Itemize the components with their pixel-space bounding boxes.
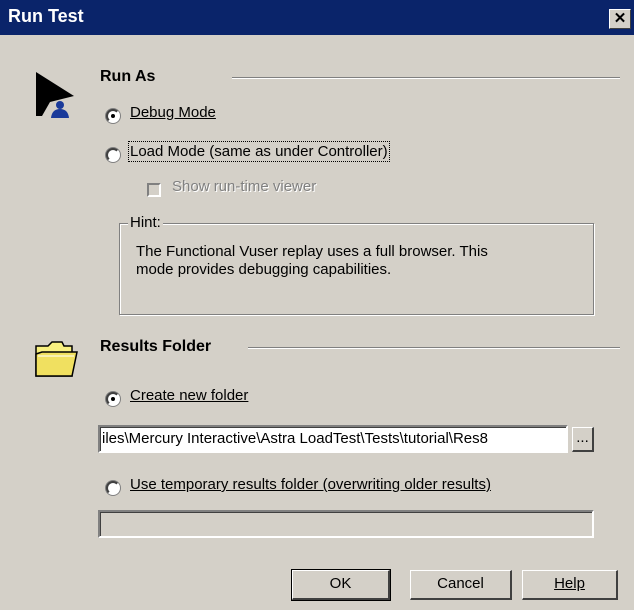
hint-line-1: The Functional Vuser replay uses a full … (136, 243, 488, 260)
use-temp-folder-text: Use temporary results folder (overwritin… (130, 476, 491, 493)
browse-button[interactable]: ... (572, 427, 594, 452)
results-path-input[interactable]: iles\Mercury Interactive\Astra LoadTest\… (98, 425, 568, 453)
close-button[interactable]: ✕ (609, 9, 631, 29)
create-new-folder-label[interactable]: Create new folder (130, 387, 248, 404)
help-button[interactable]: Help (522, 570, 618, 600)
debug-mode-text: Debug Mode (130, 104, 216, 121)
cancel-button[interactable]: Cancel (410, 570, 512, 600)
run-as-divider (232, 77, 620, 79)
close-icon: ✕ (613, 10, 627, 27)
load-mode-text: Load Mode (same as under Controller) (130, 143, 388, 160)
debug-mode-label[interactable]: Debug Mode (130, 104, 216, 121)
temp-folder-input[interactable] (98, 510, 594, 538)
hint-legend: Hint: (128, 214, 163, 231)
results-divider (248, 347, 620, 349)
hint-line-2: mode provides debugging capabilities. (136, 261, 392, 278)
results-folder-title: Results Folder (100, 338, 212, 355)
load-mode-label[interactable]: Load Mode (same as under Controller) (128, 141, 390, 162)
run-vuser-icon (36, 72, 76, 118)
use-temp-folder-label[interactable]: Use temporary results folder (overwritin… (130, 476, 491, 493)
show-viewer-label[interactable]: Show run-time viewer (172, 178, 316, 195)
debug-mode-radio[interactable] (106, 109, 120, 123)
help-button-text: Help (554, 575, 585, 592)
use-temp-folder-radio[interactable] (106, 481, 120, 495)
load-mode-radio[interactable] (106, 148, 120, 162)
ok-button[interactable]: OK (291, 569, 391, 601)
show-viewer-checkbox[interactable] (147, 183, 161, 197)
create-new-folder-text: Create new folder (130, 387, 249, 404)
window-title: Run Test (8, 6, 84, 26)
folder-icon (34, 338, 78, 378)
title-bar: Run Test ✕ (0, 0, 634, 35)
run-as-title: Run As (100, 68, 156, 85)
create-new-folder-radio[interactable] (106, 392, 120, 406)
